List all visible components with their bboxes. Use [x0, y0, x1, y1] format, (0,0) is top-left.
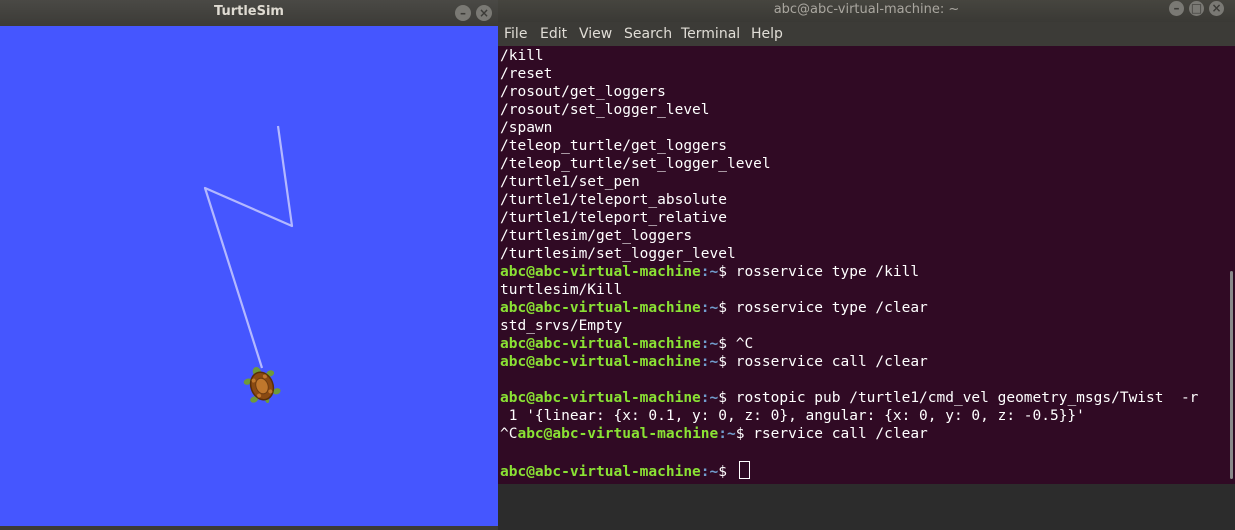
command-text: $ ^C [718, 336, 754, 352]
close-button[interactable]: × [1209, 1, 1224, 16]
scrollbar[interactable] [1229, 46, 1235, 484]
menu-terminal[interactable]: Terminal [681, 26, 740, 42]
terminal-title: abc@abc-virtual-machine: ~ [773, 2, 960, 17]
terminal-line: 1 '{linear: {x: 0.1, y: 0, z: 0}, angula… [500, 407, 1085, 425]
prompt-path: :~ [700, 354, 719, 370]
prompt-user: abc@abc-virtual-machine [500, 336, 701, 352]
close-button[interactable]: × [476, 5, 492, 21]
menu-file[interactable]: File [504, 26, 527, 42]
terminal-line: /teleop_turtle/set_logger_level [500, 155, 771, 173]
prompt-user: abc@abc-virtual-machine [500, 390, 701, 406]
output-text: /turtlesim/set_logger_level [500, 246, 736, 262]
terminal-line: /spawn [500, 119, 552, 137]
terminal-bottom-area [498, 484, 1235, 530]
terminal-line: abc@abc-virtual-machine:~$ rostopic pub … [500, 389, 1198, 407]
menu-search[interactable]: Search [624, 26, 672, 42]
prompt-user: abc@abc-virtual-machine [500, 300, 701, 316]
terminal-line: abc@abc-virtual-machine:~$ rosservice ca… [500, 353, 928, 371]
output-text: /teleop_turtle/get_loggers [500, 138, 727, 154]
prompt-path: :~ [718, 426, 736, 442]
minimize-button[interactable]: – [455, 5, 471, 21]
menu-edit[interactable]: Edit [540, 26, 567, 42]
text-cursor [738, 461, 750, 479]
maximize-button[interactable]: □ [1189, 1, 1204, 16]
prompt-path: :~ [700, 390, 719, 406]
prompt-path: :~ [700, 264, 719, 280]
output-text: 1 '{linear: {x: 0.1, y: 0, z: 0}, angula… [500, 408, 1085, 424]
output-text: /turtle1/teleport_absolute [500, 192, 727, 208]
prompt-path: :~ [700, 336, 719, 352]
turtle-icon [243, 367, 281, 403]
terminal-line: /kill [500, 47, 544, 65]
menu-help[interactable]: Help [751, 26, 783, 42]
terminal-line: abc@abc-virtual-machine:~$ rosservice ty… [500, 263, 919, 281]
turtle-drawing [203, 125, 294, 403]
command-text: $ rosservice type /clear [718, 300, 928, 316]
terminal-line: /rosout/get_loggers [500, 83, 666, 101]
terminal-line: /turtle1/teleport_absolute [500, 191, 727, 209]
command-text: $ rosservice call /clear [718, 354, 928, 370]
terminal-line: /turtle1/set_pen [500, 173, 640, 191]
terminal-line: /turtlesim/set_logger_level [500, 245, 736, 263]
terminal-line: /reset [500, 65, 552, 83]
output-text: /spawn [500, 120, 553, 136]
turtle-canvas [0, 26, 498, 526]
output-text: turtlesim/Kill [500, 282, 623, 298]
menu-view[interactable]: View [579, 26, 612, 42]
pen-trail [203, 125, 294, 369]
terminal-titlebar[interactable]: abc@abc-virtual-machine: ~ – □ × [498, 0, 1235, 22]
terminal-line: /teleop_turtle/get_loggers [500, 137, 727, 155]
minimize-button[interactable]: – [1169, 1, 1184, 16]
turtlesim-title: TurtleSim [214, 4, 284, 19]
prompt-user: abc@abc-virtual-machine [500, 354, 701, 370]
command-text: $ rosservice type /kill [718, 264, 920, 280]
output-text: /kill [500, 48, 544, 64]
terminal-line: /turtle1/teleport_relative [500, 209, 727, 227]
output-text: /reset [500, 66, 553, 82]
terminal-line: std_srvs/Empty [500, 317, 622, 335]
output-text: /turtlesim/get_loggers [500, 228, 693, 244]
command-text: $ rostopic pub /turtle1/cmd_vel geometry… [718, 390, 1199, 406]
terminal-output[interactable]: /kill/reset/rosout/get_loggers/rosout/se… [498, 46, 1229, 484]
terminal-line: abc@abc-virtual-machine:~$ ^C [500, 335, 753, 353]
command-text: $ [718, 464, 736, 480]
output-text: /rosout/set_logger_level [500, 102, 710, 118]
terminal-line: turtlesim/Kill [500, 281, 622, 299]
prompt-user: abc@abc-virtual-machine [517, 426, 719, 442]
prompt-user: abc@abc-virtual-machine [500, 264, 701, 280]
output-text: /teleop_turtle/set_logger_level [500, 156, 771, 172]
output-text: /rosout/get_loggers [500, 84, 666, 100]
line-prefix: ^C [500, 426, 518, 442]
prompt-path: :~ [700, 464, 719, 480]
prompt-user: abc@abc-virtual-machine [500, 464, 701, 480]
output-text: /turtle1/teleport_relative [500, 210, 727, 226]
terminal-line: /turtlesim/get_loggers [500, 227, 692, 245]
terminal-line: ^Cabc@abc-virtual-machine:~$ rservice ca… [500, 425, 928, 443]
output-text: std_srvs/Empty [500, 318, 623, 334]
command-text: $ rservice call /clear [735, 426, 928, 442]
terminal-window: abc@abc-virtual-machine: ~ – □ × File Ed… [498, 0, 1235, 530]
turtlesim-titlebar[interactable]: TurtleSim – × [0, 0, 498, 26]
terminal-line: abc@abc-virtual-machine:~$ [500, 461, 750, 480]
output-text: /turtle1/set_pen [500, 174, 640, 190]
terminal-line: /rosout/set_logger_level [500, 101, 710, 119]
scrollbar-thumb[interactable] [1230, 271, 1233, 479]
terminal-line: abc@abc-virtual-machine:~$ rosservice ty… [500, 299, 928, 317]
prompt-path: :~ [700, 300, 719, 316]
menu-bar: File Edit View Search Terminal Help [498, 22, 1235, 46]
turtlesim-window: TurtleSim – × [0, 0, 498, 530]
